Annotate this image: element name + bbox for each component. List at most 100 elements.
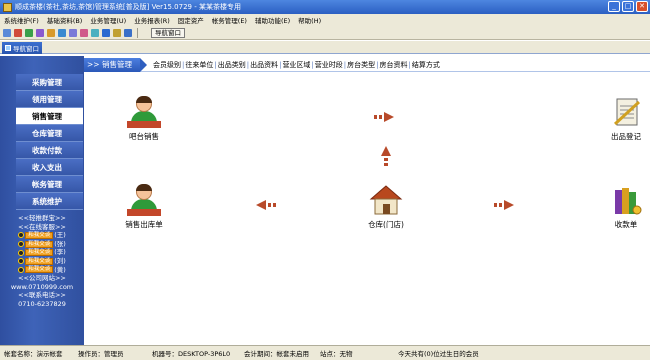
link-partners[interactable]: 往来单位 (185, 60, 213, 70)
close-button[interactable]: ✕ (636, 1, 648, 12)
toolbar-icon[interactable] (14, 28, 22, 37)
phone-heading: <<联系电话>> (18, 291, 66, 300)
arrow-left-icon (256, 200, 276, 210)
menu-accounts[interactable]: 帐务管理(E) (212, 15, 247, 25)
site-heading: <<公司网站>> (18, 274, 66, 283)
sales-out-label: 销售出库单 (125, 220, 163, 229)
chat-badge[interactable]: 和我交谈 (25, 257, 54, 265)
menu-fixed-assets[interactable]: 固定资产 (178, 15, 204, 25)
window-icon (5, 45, 11, 51)
section-title: >> 销售管理 (84, 57, 140, 72)
link-settlement[interactable]: 结算方式 (412, 60, 440, 70)
out-register-label: 出品登记 (611, 132, 641, 141)
cashier-icon (127, 96, 161, 128)
penguin-icon (18, 249, 25, 256)
arrow-right-icon (374, 112, 394, 122)
toolbar-icon[interactable] (25, 28, 33, 37)
menu-bar: 系统维护(F) 基础资料(B) 业务管理(U) 业务报表(R) 固定资产 帐务管… (0, 14, 650, 26)
support-name: (黄) (54, 265, 66, 274)
toolbar-icon[interactable] (47, 28, 55, 37)
bar-sales-node[interactable]: 吧台销售 (114, 96, 174, 142)
tab-label: 导航窗口 (13, 45, 39, 53)
money-books-icon (615, 188, 642, 215)
penguin-icon (18, 266, 25, 273)
status-account-set: 帐套名称：演示帐套 (4, 350, 63, 358)
penguin-icon (18, 258, 25, 265)
support-contact[interactable]: 和我交谈 (王) (0, 231, 84, 240)
support-contact[interactable]: 和我交谈 (张) (0, 240, 84, 249)
notepad-icon (613, 98, 641, 126)
support-contact[interactable]: 和我交谈 (李) (0, 248, 84, 257)
sidebar-item-warehouse[interactable]: 仓库管理 (16, 125, 83, 142)
toolbar-icon[interactable] (3, 28, 11, 37)
nav-window-button[interactable]: 导航窗口 (151, 27, 185, 38)
out-register-node[interactable]: 出品登记 (596, 96, 650, 142)
menu-auxiliary[interactable]: 辅助功能(E) (255, 15, 290, 25)
house-icon (369, 185, 403, 215)
arrow-up-icon (381, 146, 391, 166)
maximize-button[interactable]: □ (622, 1, 634, 12)
sidebar-item-income-expense[interactable]: 收入支出 (16, 159, 83, 176)
status-bar: 帐套名称：演示帐套 操作员：管理员 机器号：DESKTOP-3P6L0 会计期间… (0, 345, 650, 360)
sidebar-item-sales[interactable]: 销售管理 (16, 108, 83, 125)
sidebar-item-accounts[interactable]: 帐务管理 (16, 176, 83, 193)
support-name: (王) (54, 231, 66, 240)
status-operator: 操作员：管理员 (78, 350, 124, 358)
chat-badge[interactable]: 和我交谈 (25, 249, 54, 257)
menu-basic-data[interactable]: 基础资料(B) (47, 15, 83, 25)
cashier-icon (127, 184, 161, 216)
link-room-type[interactable]: 房台类型 (347, 60, 375, 70)
toolbar-icon[interactable] (113, 28, 121, 37)
toolbar-icon[interactable] (69, 28, 77, 37)
arrow-right-icon (494, 200, 514, 210)
toolbar-icon[interactable] (124, 28, 132, 37)
link-room-data[interactable]: 房台资料 (380, 60, 408, 70)
link-member-level[interactable]: 会员级别 (153, 60, 181, 70)
nav-tab-strip: 导航窗口 (0, 41, 650, 54)
toolbar: 导航窗口 (0, 26, 650, 40)
toolbar-separator (137, 27, 138, 38)
toolbar-icon[interactable] (91, 28, 99, 37)
sidebar-item-system[interactable]: 系统维护 (16, 193, 83, 210)
link-product-category[interactable]: 出品类别 (218, 60, 246, 70)
status-birthdays: 今天共有(0)位过生日的会员 (398, 350, 479, 358)
tab-nav-window[interactable]: 导航窗口 (2, 42, 42, 54)
support-heading: <<在线客服>> (18, 222, 66, 231)
status-station: 站点：无物 (320, 350, 353, 358)
chat-badge[interactable]: 和我交谈 (25, 266, 54, 274)
sales-out-node[interactable]: 销售出库单 (114, 184, 174, 230)
toolbar-icon[interactable] (58, 28, 66, 37)
support-name: (李) (54, 248, 66, 257)
warehouse-label: 仓库(门店) (368, 220, 404, 229)
bar-sales-label: 吧台销售 (129, 132, 159, 141)
status-accounting: 会计期间：帐套未启用 (244, 350, 309, 358)
minimize-button[interactable]: _ (608, 1, 620, 12)
menu-help[interactable]: 帮助(H) (298, 15, 321, 25)
chat-badge[interactable]: 和我交谈 (25, 231, 54, 239)
receipt-node[interactable]: 收款单 (596, 184, 650, 230)
sidebar-item-payments[interactable]: 收款付款 (16, 142, 83, 159)
menu-system[interactable]: 系统维护(F) (4, 15, 39, 25)
menu-reports[interactable]: 业务报表(R) (134, 15, 170, 25)
promo-heading[interactable]: <<轻推群宝>> (0, 214, 84, 223)
main-content: >> 销售管理 会员级别 | 往来单位 | 出品类别 | 出品资料 | 营业区域 | 营业… (84, 56, 650, 345)
status-machine: 机器号：DESKTOP-3P6L0 (152, 350, 231, 358)
title-bar: 顺成茶楼(茶社,茶坊,茶馆)管理系统[普及版] Ver15.0729 - 某某茶… (0, 0, 650, 14)
sidebar-item-requisition[interactable]: 领用管理 (16, 91, 83, 108)
sub-navigation: >> 销售管理 会员级别 | 往来单位 | 出品类别 | 出品资料 | 营业区域 | 营业… (84, 57, 650, 72)
link-business-period[interactable]: 营业时段 (315, 60, 343, 70)
link-product-data[interactable]: 出品资料 (250, 60, 278, 70)
sidebar-item-purchase[interactable]: 采购管理 (16, 74, 83, 91)
warehouse-node[interactable]: 仓库(门店) (356, 184, 416, 230)
sidebar: 采购管理 领用管理 销售管理 仓库管理 收款付款 收入支出 帐务管理 系统维护 … (0, 56, 84, 345)
link-business-area[interactable]: 营业区域 (282, 60, 310, 70)
support-contact[interactable]: 和我交谈 (刘) (0, 257, 84, 266)
toolbar-icon[interactable] (80, 28, 88, 37)
menu-business[interactable]: 业务管理(U) (90, 15, 126, 25)
toolbar-icon[interactable] (36, 28, 44, 37)
app-icon (3, 2, 12, 12)
penguin-icon (18, 232, 25, 239)
chat-badge[interactable]: 和我交谈 (25, 240, 54, 248)
toolbar-icon[interactable] (102, 28, 110, 37)
support-contact[interactable]: 和我交谈 (黄) (0, 266, 84, 275)
